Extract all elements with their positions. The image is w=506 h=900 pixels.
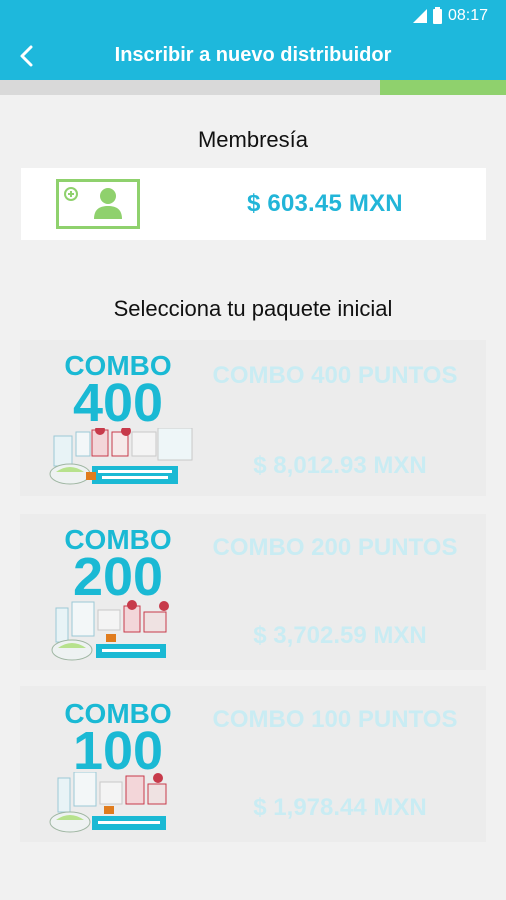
- package-price: $ 1,978.44 MXN: [253, 794, 427, 821]
- combo-100-image: COMBO 100: [48, 694, 198, 834]
- membership-label: Membresía: [197, 127, 309, 152]
- status-bar: 08:17: [0, 0, 506, 32]
- package-name: COMBO 200 PUNTOS: [212, 534, 458, 561]
- signal-icon: [412, 9, 427, 23]
- combo-badge-number: 400: [72, 373, 164, 433]
- battery-icon: [432, 6, 442, 24]
- status-time: 08:17: [447, 7, 488, 24]
- id-card-icon: [56, 179, 140, 229]
- package-price: $ 3,702.59 MXN: [253, 622, 427, 649]
- combo-badge-number: 100: [72, 721, 164, 781]
- product-bundle-icon: [51, 600, 169, 661]
- app-bar: Inscribir a nuevo distribuidor: [0, 32, 506, 80]
- package-combo-200[interactable]: COMBO 200 COMBO 200 PUNTOS $ 3,702.59 MX…: [20, 514, 486, 670]
- package-name: COMBO 100 PUNTOS: [212, 706, 458, 733]
- registration-progress: [0, 80, 506, 95]
- packages-label: Selecciona tu paquete inicial: [113, 296, 393, 321]
- package-price: $ 8,012.93 MXN: [253, 452, 427, 479]
- product-bundle-icon: [49, 428, 193, 485]
- progress-fill: [379, 80, 506, 95]
- combo-200-image: COMBO 200: [48, 522, 198, 662]
- combo-badge-number: 200: [72, 547, 164, 607]
- page-title: Inscribir a nuevo distribuidor: [114, 44, 392, 66]
- product-bundle-icon: [49, 772, 167, 833]
- membership-price: $ 603.45 MXN: [247, 190, 403, 217]
- package-combo-400[interactable]: COMBO 400 COMBO 400 PUNTOS $ 8,012.93 MX…: [20, 340, 486, 496]
- package-name: COMBO 400 PUNTOS: [212, 362, 458, 389]
- status-indicators: 08:17: [412, 6, 488, 25]
- package-combo-100[interactable]: COMBO 100 COMBO 100 PUNTOS $ 1,978.44 MX…: [20, 686, 486, 842]
- combo-400-image: COMBO 400: [48, 348, 198, 488]
- membership-card: $ 603.45 MXN: [21, 168, 486, 240]
